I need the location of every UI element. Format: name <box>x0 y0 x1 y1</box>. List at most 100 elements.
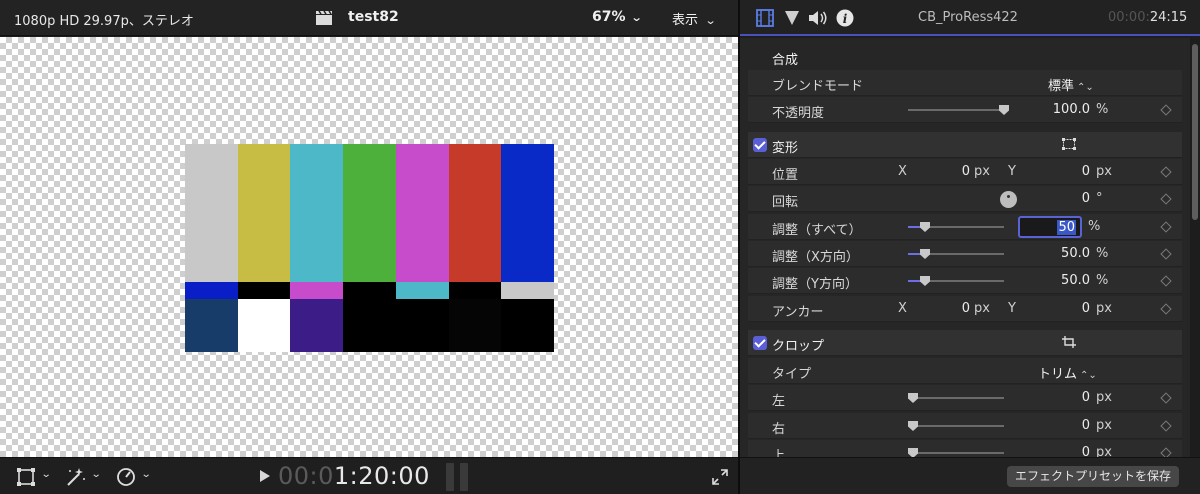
opacity-slider-knob[interactable] <box>999 105 1009 115</box>
scrollbar-thumb[interactable] <box>1192 44 1198 220</box>
crop-top-slider[interactable] <box>908 448 1004 457</box>
timecode-dim: 00:0 <box>278 462 334 490</box>
position-x-label: X <box>898 164 907 179</box>
scale-x-unit: % <box>1096 246 1109 261</box>
clip-name: CB_ProRess422 <box>918 10 1018 25</box>
crop-right-row: 右 0 px <box>748 413 1182 439</box>
keyframe-icon[interactable] <box>1160 104 1172 116</box>
keyframe-icon[interactable] <box>1160 275 1172 287</box>
scale-x-row: 調整（X方向） 50.0 % <box>748 241 1182 267</box>
viewer-canvas[interactable] <box>0 37 738 457</box>
crop-top-slider-knob[interactable] <box>908 448 918 457</box>
crop-left-row: 左 0 px <box>748 385 1182 411</box>
scale-y-slider[interactable] <box>908 276 1004 286</box>
keyframe-icon[interactable] <box>1160 303 1172 315</box>
keyframe-icon[interactable] <box>1160 221 1172 233</box>
scale-x-label: 調整（X方向） <box>772 250 859 265</box>
rotation-value[interactable]: 0 <box>1044 191 1090 206</box>
scale-x-slider[interactable] <box>908 249 1004 259</box>
color-inspector-icon[interactable] <box>784 9 800 27</box>
crop-type-popup[interactable]: トリム ⌃⌄ <box>1038 363 1097 382</box>
viewer-toolbar: ⌄ ⌄ ⌄ 00:01:20:00 <box>0 457 738 494</box>
opacity-value[interactable]: 100.0 <box>1028 102 1090 117</box>
opacity-label: 不透明度 <box>772 106 825 121</box>
scale-y-slider-knob[interactable] <box>920 276 930 286</box>
crop-top-row: 上 0 px <box>748 440 1182 457</box>
timecode-display: 00:01:20:00 <box>278 462 430 490</box>
color-bar-mid-1 <box>185 282 238 299</box>
color-bar-top-5 <box>395 144 449 282</box>
crop-type-value: トリム <box>1038 367 1078 382</box>
zoom-menu[interactable]: 67% ⌄ <box>592 9 642 25</box>
scale-y-value[interactable]: 50.0 <box>1028 273 1090 288</box>
opacity-slider[interactable] <box>908 105 1009 115</box>
crop-right-value[interactable]: 0 <box>1044 418 1090 433</box>
format-label: 1080p HD 29.97p、ステレオ <box>14 14 194 29</box>
scale-x-slider-knob[interactable] <box>920 249 930 259</box>
crop-right-slider-knob[interactable] <box>908 421 918 431</box>
inspector-footer: エフェクトプリセットを保存 <box>740 457 1200 494</box>
scale-y-label: 調整（Y方向） <box>772 277 858 292</box>
blend-mode-popup[interactable]: 標準 ⌃⌄ <box>1048 75 1094 94</box>
save-effects-preset-button[interactable]: エフェクトプリセットを保存 <box>1007 466 1180 487</box>
crop-top-value[interactable]: 0 <box>1044 445 1090 457</box>
color-bar-bottom-7 <box>501 299 555 352</box>
keyframe-icon[interactable] <box>1160 166 1172 178</box>
chevron-down-icon[interactable]: ⌄ <box>141 469 152 480</box>
crop-left-slider[interactable] <box>908 393 1004 403</box>
crop-left-value[interactable]: 0 <box>1044 390 1090 405</box>
inspector-scrollbar[interactable] <box>1190 38 1200 457</box>
crop-right-unit: px <box>1096 418 1112 433</box>
keyframe-icon[interactable] <box>1160 248 1172 260</box>
scale-all-slider-knob[interactable] <box>920 222 930 232</box>
video-inspector-icon[interactable] <box>756 9 774 27</box>
crop-checkbox[interactable] <box>753 336 767 350</box>
crop-right-slider[interactable] <box>908 421 1004 431</box>
color-bar-top-6 <box>448 144 502 282</box>
color-bar-mid-6 <box>448 282 502 299</box>
crop-left-label: 左 <box>772 394 786 409</box>
transform-header: 変形 <box>748 132 1182 158</box>
crop-header: クロップ <box>748 330 1182 356</box>
color-bar-bottom-1 <box>185 299 238 352</box>
fullscreen-icon[interactable] <box>712 469 728 485</box>
keyframe-icon[interactable] <box>1160 193 1172 205</box>
color-bar-top-7 <box>501 144 555 282</box>
compositing-header: 合成 <box>748 44 1182 68</box>
keyframe-icon[interactable] <box>1160 447 1172 457</box>
scale-all-value: 50 <box>1057 220 1076 235</box>
keyframe-icon[interactable] <box>1160 420 1172 432</box>
anchor-y-value[interactable]: 0 <box>1044 301 1090 316</box>
anchor-x-value[interactable]: 0 <box>934 301 970 316</box>
play-icon[interactable] <box>260 470 270 482</box>
audio-inspector-icon[interactable] <box>808 9 828 27</box>
scale-x-value[interactable]: 50.0 <box>1028 246 1090 261</box>
speed-gauge-icon[interactable] <box>116 467 136 487</box>
crop-left-slider-knob[interactable] <box>908 393 918 403</box>
scale-all-slider[interactable] <box>908 222 1004 232</box>
transform-tool-icon[interactable] <box>16 467 36 487</box>
scale-all-input[interactable]: 50 <box>1018 216 1082 238</box>
crop-title: クロップ <box>772 339 825 354</box>
timecode-value: 1:20:00 <box>333 462 430 490</box>
color-bar-mid-2 <box>237 282 291 299</box>
view-menu[interactable]: 表示 ⌄ <box>672 9 717 28</box>
position-x-value[interactable]: 0 <box>934 164 970 179</box>
crop-left-unit: px <box>1096 390 1112 405</box>
blend-mode-value: 標準 <box>1048 79 1075 94</box>
transform-checkbox[interactable] <box>753 138 767 152</box>
info-icon[interactable]: i <box>836 9 854 27</box>
crop-onscreen-icon[interactable] <box>1062 336 1076 348</box>
color-bar-bottom-2 <box>237 299 291 352</box>
chevron-down-icon[interactable]: ⌄ <box>91 469 102 480</box>
rotation-row: 回転 0 ° <box>748 186 1182 212</box>
rotation-dial[interactable] <box>1000 191 1017 208</box>
anchor-y-unit: px <box>1096 301 1112 316</box>
position-y-value[interactable]: 0 <box>1044 164 1090 179</box>
chevron-down-icon[interactable]: ⌄ <box>41 469 52 480</box>
magic-wand-icon[interactable] <box>64 467 86 487</box>
inspector-panel: 合成 ブレンドモード 標準 ⌃⌄ 不透明度 100.0 % 変形 位置 X 0 p… <box>740 38 1190 457</box>
keyframe-icon[interactable] <box>1160 392 1172 404</box>
scale-all-label: 調整（すべて） <box>772 223 862 238</box>
transform-onscreen-icon[interactable] <box>1062 138 1076 150</box>
